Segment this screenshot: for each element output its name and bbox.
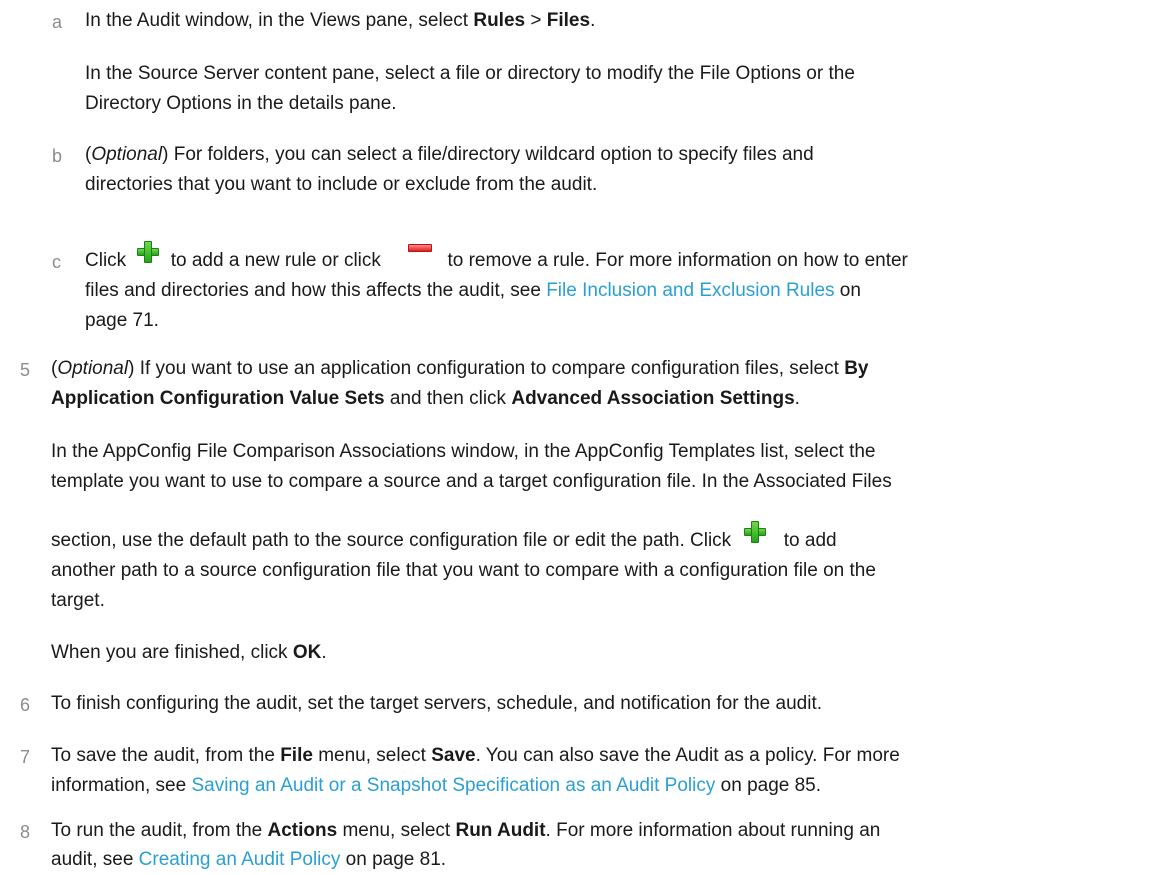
step-5-line-1: (Optional) If you want to use an applica…: [51, 358, 869, 379]
plus-icon: [744, 520, 767, 543]
step-c-line-2: files and directories and how this affec…: [85, 280, 861, 301]
link-saving-audit-as-policy[interactable]: Saving an Audit or a Snapshot Specificat…: [191, 775, 715, 796]
step-b-number: b: [52, 146, 63, 166]
step-7-number: 7: [20, 747, 31, 767]
step-5-number: 5: [20, 360, 31, 380]
step-8-line-2: audit, see Creating an Audit Policy on p…: [51, 849, 447, 870]
step-5-para-2-line-2: template you want to use to compare a so…: [51, 471, 892, 492]
link-creating-audit-policy[interactable]: Creating an Audit Policy: [139, 849, 341, 870]
link-file-inclusion-exclusion-rules[interactable]: File Inclusion and Exclusion Rules: [546, 280, 834, 301]
step-5-para-3: When you are finished, click OK.: [51, 642, 327, 663]
step-8-number: 8: [20, 822, 31, 842]
step-c-number: c: [52, 252, 61, 272]
step-6-line-1: To finish configuring the audit, set the…: [51, 693, 823, 714]
step-5-para-2-line-4: another path to a source configuration f…: [51, 560, 876, 581]
step-7-line-1: To save the audit, from the File menu, s…: [51, 745, 900, 766]
step-5-para-2-line-1: In the AppConfig File Comparison Associa…: [51, 441, 876, 462]
step-a-para-2-line-1: In the Source Server content pane, selec…: [85, 63, 855, 84]
step-6-number: 6: [20, 695, 31, 715]
step-b-line-2: directories that you want to include or …: [85, 174, 598, 195]
plus-icon: [137, 240, 160, 263]
step-8-line-1: To run the audit, from the Actions menu,…: [51, 820, 881, 841]
step-c-line-3: page 71.: [85, 310, 159, 331]
minus-icon: [408, 243, 433, 253]
step-5-para-2-line-3: section, use the default path to the sou…: [51, 520, 837, 555]
step-b-line-1: (Optional) For folders, you can select a…: [85, 144, 814, 165]
step-a-line-1: In the Audit window, in the Views pane, …: [85, 10, 596, 31]
step-c-line-1: Click to add a new rule or click to remo…: [85, 240, 908, 275]
step-7-line-2: information, see Saving an Audit or a Sn…: [51, 775, 822, 796]
step-a-number: a: [52, 12, 63, 32]
step-a-para-2-line-2: Directory Options in the details pane.: [85, 93, 397, 114]
step-5-para-2-line-5: target.: [51, 590, 105, 611]
step-5-line-2: Application Configuration Value Sets and…: [51, 388, 800, 409]
